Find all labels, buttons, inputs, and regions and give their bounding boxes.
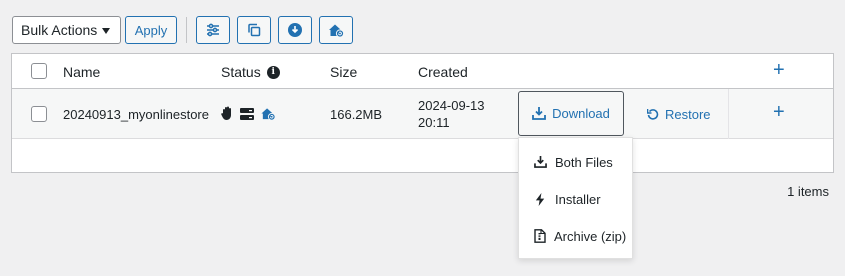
home-restore-icon — [329, 24, 344, 38]
download-circle-icon — [288, 23, 302, 37]
copy-icon — [248, 23, 261, 37]
created-date: 2024-09-13 — [418, 98, 485, 113]
download-label: Download — [552, 106, 610, 121]
restore-button[interactable]: Restore — [647, 89, 711, 139]
undo-icon — [647, 109, 659, 120]
backup-size: 166.2MB — [330, 107, 383, 122]
toolbar: Bulk Actions Apply — [12, 16, 360, 44]
dropdown-item-label: Archive (zip) — [554, 228, 627, 244]
sliders-icon — [207, 23, 219, 37]
table-header: Name Status i Size Created + — [12, 54, 833, 89]
hand-icon — [221, 106, 231, 120]
dropdown-item-label: Installer — [555, 191, 601, 207]
download-icon — [534, 156, 547, 168]
row-divider — [728, 89, 729, 139]
add-row-icon[interactable]: + — [773, 101, 785, 124]
items-count: 1 items — [787, 184, 829, 199]
backups-table: Name Status i Size Created + 20240913_my… — [11, 53, 834, 173]
bulk-actions-select[interactable]: Bulk Actions — [12, 16, 121, 44]
column-created: Created — [418, 64, 468, 80]
home-restore-icon — [261, 108, 276, 121]
restore-home-button[interactable] — [319, 16, 353, 44]
download-icon — [532, 107, 546, 120]
backup-name: 20240913_myonlinestore — [63, 107, 209, 122]
download-button[interactable]: Download — [518, 91, 624, 136]
dropdown-item-both-files[interactable]: Both Files — [534, 152, 613, 172]
caret-down-icon — [102, 28, 110, 34]
file-zip-icon — [534, 229, 546, 243]
restore-label: Restore — [665, 106, 711, 122]
filters-button[interactable] — [196, 16, 230, 44]
select-all-checkbox[interactable] — [31, 63, 47, 79]
created-time: 20:11 — [418, 115, 450, 130]
download-dropdown: Both Files Installer Archive (zip) — [518, 137, 633, 259]
server-icon — [240, 107, 254, 120]
column-status: Status i — [221, 64, 280, 80]
bolt-icon — [535, 192, 545, 206]
column-size: Size — [330, 64, 358, 80]
column-name: Name — [63, 64, 101, 80]
download-circle-button[interactable] — [278, 16, 312, 44]
column-status-label: Status — [221, 64, 261, 80]
copy-button[interactable] — [237, 16, 271, 44]
dropdown-item-archive[interactable]: Archive (zip) — [534, 226, 626, 246]
dropdown-item-label: Both Files — [555, 154, 613, 170]
status-icons — [221, 106, 276, 121]
row-checkbox[interactable] — [31, 106, 47, 122]
add-header-icon[interactable]: + — [773, 59, 785, 82]
table-row: 20240913_myonlinestore 166.2MB 2024-09-1… — [12, 89, 833, 139]
backup-created: 2024-09-13 20:11 — [418, 97, 485, 131]
toolbar-divider — [186, 17, 187, 43]
apply-button[interactable]: Apply — [125, 16, 177, 44]
dropdown-item-installer[interactable]: Installer — [534, 189, 601, 209]
bulk-actions-label: Bulk Actions — [21, 22, 98, 38]
info-icon[interactable]: i — [266, 65, 280, 79]
